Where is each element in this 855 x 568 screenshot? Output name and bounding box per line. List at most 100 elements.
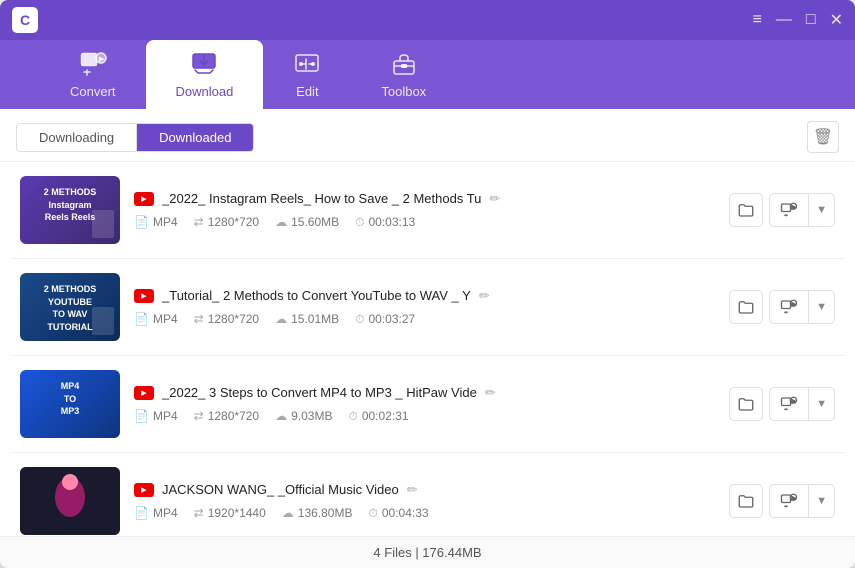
status-text: 4 Files | 176.44MB xyxy=(373,545,481,560)
file-item: 2 METHODS YOUTUBE TO WAV TUTORIAL _Tutori… xyxy=(10,259,845,356)
file-actions: ▶▼ xyxy=(729,193,835,227)
open-folder-button[interactable] xyxy=(729,387,763,421)
meta-resolution: ⇄1280*720 xyxy=(194,409,259,423)
convert-dropdown-arrow[interactable]: ▼ xyxy=(809,485,834,517)
nav-label-convert: Convert xyxy=(70,84,116,99)
tab-group: Downloading Downloaded xyxy=(16,123,254,152)
duration-icon: ⏱ xyxy=(355,215,364,230)
file-meta: 📄MP4 ⇄1280*720 ☁ 15.01MB ⏱00:03:27 xyxy=(134,312,715,327)
youtube-icon xyxy=(134,386,154,400)
meta-format: 📄MP4 xyxy=(134,312,178,326)
file-title-row: _Tutorial_ 2 Methods to Convert YouTube … xyxy=(134,288,715,304)
size-icon: ☁ xyxy=(282,506,294,520)
file-meta: 📄 MP4 ⇄1280*720 ☁ 9.03MB ⏱00:02:31 xyxy=(134,409,715,424)
format-value: MP4 xyxy=(153,409,178,423)
meta-resolution: ⇄1280*720 xyxy=(194,312,259,326)
tab-downloading[interactable]: Downloading xyxy=(17,124,137,151)
file-actions: ▶▼ xyxy=(729,387,835,421)
meta-duration: ⏱00:03:27 xyxy=(355,312,415,327)
file-meta: 📄MP4⇄1280*720☁15.60MB⏱00:03:13 xyxy=(134,215,715,230)
open-folder-button[interactable] xyxy=(729,290,763,324)
duration-icon: ⏱ xyxy=(368,506,377,521)
open-folder-button[interactable] xyxy=(729,193,763,227)
format-icon: 📄 xyxy=(134,409,149,423)
convert-button[interactable]: ▶▼ xyxy=(769,290,835,324)
edit-icon[interactable]: ✏ xyxy=(489,191,500,207)
convert-button[interactable]: ▶▼ xyxy=(769,193,835,227)
nav-label-edit: Edit xyxy=(296,84,318,99)
meta-duration: ⏱00:04:33 xyxy=(368,506,428,521)
open-folder-button[interactable] xyxy=(729,484,763,518)
size-value: 15.01MB xyxy=(291,312,339,326)
meta-size: ☁ 9.03MB xyxy=(275,409,332,423)
app-window: C ≡ — □ ✕ ▶ Convert xyxy=(0,0,855,568)
meta-size: ☁136.80MB xyxy=(282,506,353,520)
duration-value: 00:02:31 xyxy=(362,409,409,423)
file-thumbnail: 2 METHODS YOUTUBE TO WAV TUTORIAL xyxy=(20,273,120,341)
size-value: 9.03MB xyxy=(291,409,332,423)
svg-text:▶: ▶ xyxy=(792,205,796,210)
convert-dropdown-arrow[interactable]: ▼ xyxy=(809,388,834,420)
window-controls: ≡ — □ ✕ xyxy=(753,10,843,30)
tab-downloaded[interactable]: Downloaded xyxy=(137,124,253,151)
nav-item-download[interactable]: Download xyxy=(146,40,264,109)
meta-format: 📄 MP4 xyxy=(134,215,178,229)
file-title-row: _2022_ Instagram Reels_ How to Save _ 2 … xyxy=(134,191,715,207)
duration-value: 00:03:13 xyxy=(369,215,416,229)
delete-all-button[interactable]: 🗑 xyxy=(807,121,839,153)
convert-button[interactable]: ▶▼ xyxy=(769,484,835,518)
edit-icon[interactable]: ✏ xyxy=(485,385,496,401)
menu-icon[interactable]: ≡ xyxy=(753,11,762,29)
app-logo: C xyxy=(12,7,38,33)
file-thumbnail: MP4 TO MP3 xyxy=(20,370,120,438)
file-title-text: JACKSON WANG_ _Official Music Video xyxy=(162,482,399,497)
file-thumbnail xyxy=(20,467,120,535)
format-icon: 📄 xyxy=(134,215,149,229)
file-title-row: JACKSON WANG_ _Official Music Video ✏ xyxy=(134,482,715,498)
format-value: MP4 xyxy=(153,215,178,229)
size-icon: ☁ xyxy=(275,312,287,326)
file-thumbnail: 2 METHODS Instagram Reels Reels xyxy=(20,176,120,244)
size-value: 15.60MB xyxy=(291,215,339,229)
resolution-value: 1280*720 xyxy=(208,409,259,423)
format-icon: 📄 xyxy=(134,312,149,326)
meta-format: 📄MP4 xyxy=(134,506,178,520)
nav-item-edit[interactable]: Edit xyxy=(263,40,351,109)
minimize-icon[interactable]: — xyxy=(776,11,792,29)
edit-icon[interactable]: ✏ xyxy=(479,288,490,304)
nav-item-toolbox[interactable]: Toolbox xyxy=(351,40,456,109)
nav-bar: ▶ Convert Download Edit xyxy=(0,40,855,109)
meta-size: ☁ 15.01MB xyxy=(275,312,339,326)
youtube-icon xyxy=(134,192,154,206)
nav-label-toolbox: Toolbox xyxy=(381,84,426,99)
duration-icon: ⏱ xyxy=(355,312,364,327)
meta-duration: ⏱00:02:31 xyxy=(348,409,408,424)
meta-format: 📄 MP4 xyxy=(134,409,178,423)
file-title-text: _2022_ Instagram Reels_ How to Save _ 2 … xyxy=(162,191,481,206)
format-icon: 📄 xyxy=(134,506,149,520)
convert-dropdown-arrow[interactable]: ▼ xyxy=(809,194,834,226)
size-icon: ☁ xyxy=(275,215,287,229)
convert-button[interactable]: ▶▼ xyxy=(769,387,835,421)
tab-bar: Downloading Downloaded 🗑 xyxy=(0,109,855,162)
file-info: _Tutorial_ 2 Methods to Convert YouTube … xyxy=(134,288,715,327)
convert-dropdown-arrow[interactable]: ▼ xyxy=(809,291,834,323)
maximize-icon[interactable]: □ xyxy=(806,11,816,29)
file-actions: ▶▼ xyxy=(729,290,835,324)
edit-icon[interactable]: ✏ xyxy=(407,482,418,498)
close-icon[interactable]: ✕ xyxy=(830,10,843,30)
meta-resolution: ⇄1920*1440 xyxy=(194,506,266,520)
nav-item-convert[interactable]: ▶ Convert xyxy=(40,40,146,109)
resolution-icon: ⇄ xyxy=(194,215,204,229)
size-icon: ☁ xyxy=(275,409,287,423)
convert-icon: ▶ xyxy=(770,291,809,323)
status-bar: 4 Files | 176.44MB xyxy=(0,536,855,568)
file-list: 2 METHODS Instagram Reels Reels _2022_ In… xyxy=(0,162,855,536)
youtube-icon xyxy=(134,289,154,303)
resolution-icon: ⇄ xyxy=(194,312,204,326)
youtube-icon xyxy=(134,483,154,497)
meta-duration: ⏱ 00:03:13 xyxy=(355,215,415,230)
nav-label-download: Download xyxy=(176,84,234,99)
title-bar: C ≡ — □ ✕ xyxy=(0,0,855,40)
resolution-icon: ⇄ xyxy=(194,506,204,520)
